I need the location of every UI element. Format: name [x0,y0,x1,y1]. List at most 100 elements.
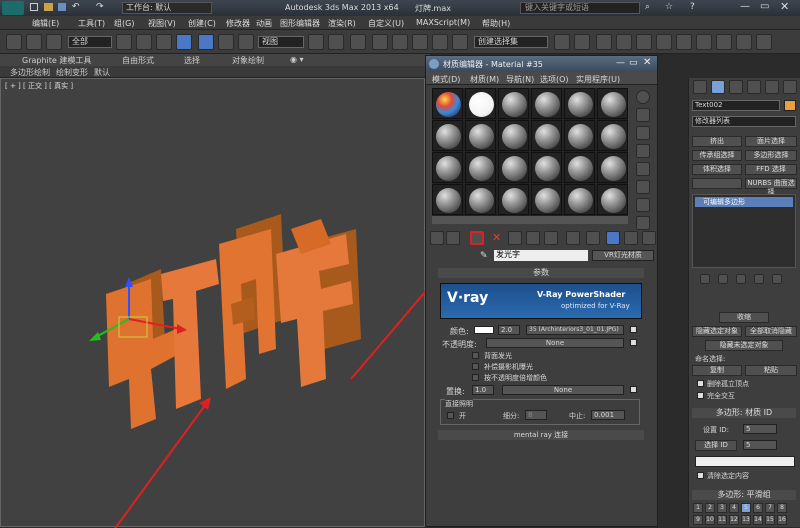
render-iterative-icon[interactable] [756,34,772,50]
mod-btn-extrude[interactable]: 挤出 [692,136,742,147]
object-name-input[interactable]: Text002 [692,100,780,111]
app-logo-icon[interactable] [2,1,24,15]
layer-manager-icon[interactable] [596,34,612,50]
sample-slot-2[interactable] [465,88,496,119]
opacity-map-button[interactable]: None [486,338,624,348]
subdiv-value[interactable]: 8 [525,410,547,420]
get-material-icon[interactable] [430,231,444,245]
sample-slot-3[interactable] [498,88,529,119]
mat-menu-mode[interactable]: 模式(D) [432,74,460,85]
unhide-all-button[interactable]: 全部取消隐藏 [745,326,797,337]
mod-btn-volume-select[interactable]: 体积选择 [692,164,742,175]
sample-slot-11[interactable] [564,120,595,151]
tab-object-paint[interactable]: 对象绘制 [232,55,264,66]
menu-edit[interactable]: 编辑(E) [32,18,59,29]
select-by-material-icon[interactable] [636,216,650,230]
scale-icon[interactable] [238,34,254,50]
mod-btn-empty[interactable] [692,178,742,189]
menu-graph-editors[interactable]: 图形编辑器 [280,18,320,29]
mod-btn-patch-select[interactable]: 面片选择 [745,136,797,147]
selection-filter-dropdown[interactable]: 全部 [68,36,112,48]
smooth-9[interactable]: 9 [693,515,703,525]
smoothing-groups-rollout[interactable]: 多边形: 平滑组 [692,490,796,500]
smooth-4[interactable]: 4 [729,503,739,513]
save-file-icon[interactable] [58,3,66,11]
graphite-toggle-icon[interactable] [616,34,632,50]
help-icon[interactable]: ? [690,2,695,12]
rendered-frame-icon[interactable] [716,34,732,50]
sample-slot-6[interactable] [597,88,628,119]
copy-button[interactable]: 复制 [692,365,742,376]
mod-btn-ffd-select[interactable]: FFD 选择 [745,164,797,175]
sample-slot-1[interactable] [432,88,463,119]
search-input[interactable]: 键入关键字或短语 [520,2,640,14]
mod-btn-nurbs-select[interactable]: NURBS 曲面选择 [745,178,797,196]
opacity-map-checkbox[interactable] [630,339,637,346]
color-map-button[interactable]: 35 (Archinteriors3_01_01.JPG) [526,325,624,335]
show-map-icon[interactable] [586,231,600,245]
smooth-14[interactable]: 14 [753,515,763,525]
backlight-icon[interactable] [636,108,650,122]
sample-slot-5[interactable] [564,88,595,119]
maximize-icon[interactable]: ▭ [760,1,769,12]
sample-slot-12[interactable] [597,120,628,151]
star-icon[interactable]: ☆ [665,2,673,12]
sample-slot-15[interactable] [498,152,529,183]
subtab-default[interactable]: 默认 [94,67,110,78]
smooth-2[interactable]: 2 [705,503,715,513]
motion-tab-icon[interactable] [747,80,761,94]
compensate-checkbox[interactable] [472,363,479,370]
smooth-15[interactable]: 15 [765,515,775,525]
menu-maxscript[interactable]: MAXScript(M) [416,18,470,27]
menu-views[interactable]: 视图(V) [148,18,176,29]
hierarchy-tab-icon[interactable] [729,80,743,94]
delete-isolated-checkbox[interactable] [697,380,704,387]
select-object-icon[interactable] [116,34,132,50]
sample-slot-19[interactable] [432,184,463,215]
menu-help[interactable]: 帮助(H) [482,18,510,29]
select-by-name-icon[interactable] [136,34,152,50]
sample-slot-20[interactable] [465,184,496,215]
utilities-tab-icon[interactable] [783,80,797,94]
color-map-checkbox[interactable] [630,326,637,333]
minimize-icon[interactable]: — [740,1,750,12]
select-id-input[interactable]: 5 [743,440,777,450]
redo-icon[interactable]: ↷ [96,2,104,12]
mat-close-icon[interactable]: ✕ [643,57,651,68]
hide-selected-button[interactable]: 隐藏选定对象 [692,326,742,337]
backside-checkbox[interactable] [472,352,479,359]
mat-menu-material[interactable]: 材质(M) [470,74,499,85]
object-color-swatch[interactable] [784,100,796,111]
menu-tools[interactable]: 工具(T) [78,18,105,29]
show-end-result-stack-icon[interactable] [718,274,728,284]
smooth-8[interactable]: 8 [777,503,787,513]
poly-material-id-rollout[interactable]: 多边形: 材质 ID [692,408,796,418]
align-icon[interactable] [574,34,590,50]
set-id-input[interactable]: 5 [743,424,777,434]
menu-customize[interactable]: 自定义(U) [368,18,404,29]
mat-menu-navigation[interactable]: 导航(N) [506,74,534,85]
sample-slot-7[interactable] [432,120,463,151]
pin-stack-icon[interactable] [700,274,710,284]
mat-menu-utilities[interactable]: 实用程序(U) [576,74,620,85]
menu-group[interactable]: 组(G) [114,18,134,29]
stack-item-editable-poly[interactable]: 可编辑多边形 [695,197,793,207]
menu-modifiers[interactable]: 修改器 [226,18,250,29]
subtab-paint-deform[interactable]: 绘制变形 [56,67,88,78]
clear-selection-checkbox[interactable] [697,472,704,479]
modifier-list-dropdown[interactable]: 修改器列表 [692,116,796,127]
window-crossing-icon[interactable] [176,34,192,50]
material-id-icon[interactable] [566,231,580,245]
select-id-button[interactable]: 选择 ID [695,440,737,451]
sample-slot-4[interactable] [531,88,562,119]
put-to-library-icon[interactable] [544,231,558,245]
tab-freeform[interactable]: 自由形式 [122,55,154,66]
keyboard-shortcut-icon[interactable] [350,34,366,50]
material-name-dropdown[interactable] [695,456,795,467]
select-manipulate-icon[interactable] [328,34,344,50]
spinner-snap-icon[interactable] [432,34,448,50]
display-tab-icon[interactable] [765,80,779,94]
percent-snap-icon[interactable] [412,34,428,50]
pick-material-icon[interactable]: ✎ [480,251,488,261]
smooth-11[interactable]: 11 [717,515,727,525]
